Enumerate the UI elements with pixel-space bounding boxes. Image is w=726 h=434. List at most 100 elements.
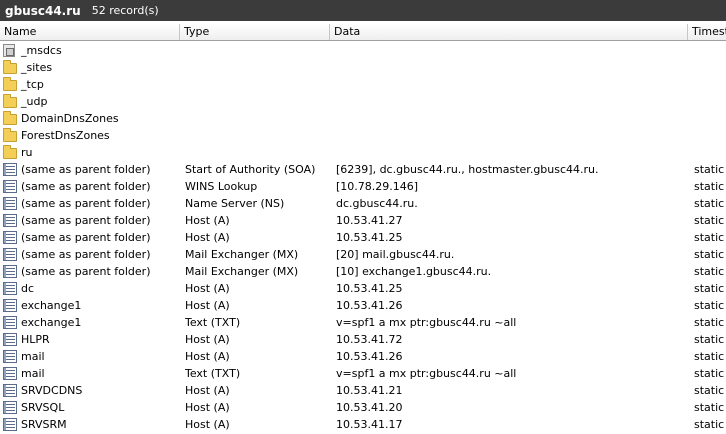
record-name: SRVSQL (21, 401, 65, 414)
cell-timestamp: static (694, 401, 725, 414)
cell-name: mail (3, 365, 179, 382)
cell-data: 10.53.41.25 (336, 282, 403, 295)
table-row[interactable]: exchange1 Text (TXT) v=spf1 a mx ptr:gbusc… (0, 314, 726, 331)
record-name: (same as parent folder) (21, 163, 151, 176)
cell-timestamp: static (694, 333, 725, 346)
column-header-timestamp[interactable]: Timest (688, 24, 726, 40)
record-icon (3, 367, 17, 380)
record-icon (3, 265, 17, 278)
table-row[interactable]: _udp (0, 93, 726, 110)
record-icon (3, 180, 17, 193)
record-icon (3, 333, 17, 346)
cell-type: Host (A) (185, 282, 230, 295)
cell-data: 10.53.41.26 (336, 350, 403, 363)
cell-type: Host (A) (185, 350, 230, 363)
record-name: _tcp (21, 78, 44, 91)
table-row[interactable]: _tcp (0, 76, 726, 93)
record-name: ru (21, 146, 33, 159)
cell-type: Host (A) (185, 299, 230, 312)
cell-name: DomainDnsZones (3, 110, 179, 127)
record-name: exchange1 (21, 316, 82, 329)
cell-name: (same as parent folder) (3, 263, 179, 280)
record-icon (3, 350, 17, 363)
cell-timestamp: static (694, 265, 725, 278)
cell-name: SRVSQL (3, 399, 179, 416)
table-row[interactable]: (same as parent folder) Start of Authorit… (0, 161, 726, 178)
folder-icon (3, 111, 17, 125)
table-row[interactable]: DomainDnsZones (0, 110, 726, 127)
record-name: (same as parent folder) (21, 231, 151, 244)
table-row[interactable]: mail Host (A) 10.53.41.26 static (0, 348, 726, 365)
table-row[interactable]: dc Host (A) 10.53.41.25 static (0, 280, 726, 297)
cell-timestamp: static (694, 214, 725, 227)
cell-name: SRVDCDNS (3, 382, 179, 399)
cell-type (185, 110, 328, 127)
cell-name: exchange1 (3, 297, 179, 314)
table-row[interactable]: (same as parent folder) Mail Exchanger (M… (0, 246, 726, 263)
table-row[interactable]: ru (0, 144, 726, 161)
folder-icon (3, 60, 17, 74)
cell-timestamp: static (694, 248, 725, 261)
table-row[interactable]: (same as parent folder) WINS Lookup [10.78… (0, 178, 726, 195)
table-row[interactable]: (same as parent folder) Mail Exchanger (M… (0, 263, 726, 280)
cell-name: ForestDnsZones (3, 127, 179, 144)
cell-timestamp: static (694, 350, 725, 363)
table-row[interactable]: exchange1 Host (A) 10.53.41.26 static (0, 297, 726, 314)
cell-timestamp: static (694, 418, 725, 431)
table-row[interactable]: SRVSQL Host (A) 10.53.41.20 static (0, 399, 726, 416)
cell-name: (same as parent folder) (3, 195, 179, 212)
cell-timestamp: static (694, 231, 725, 244)
table-row[interactable]: ForestDnsZones (0, 127, 726, 144)
record-name: SRVDCDNS (21, 384, 83, 397)
cell-type (185, 127, 328, 144)
cell-name: exchange1 (3, 314, 179, 331)
cell-name: (same as parent folder) (3, 246, 179, 263)
column-header: Name Type Data Timest (0, 24, 726, 41)
record-icon (3, 282, 17, 295)
cell-type: Host (A) (185, 418, 230, 431)
record-name: (same as parent folder) (21, 180, 151, 193)
record-name: exchange1 (21, 299, 82, 312)
record-icon (3, 163, 17, 176)
cell-data (336, 110, 692, 127)
cell-data: v=spf1 a mx ptr:gbusc44.ru ~all (336, 367, 517, 380)
table-row[interactable]: SRVSRM Host (A) 10.53.41.17 static (0, 416, 726, 433)
table-row[interactable]: mail Text (TXT) v=spf1 a mx ptr:gbusc44.ru… (0, 365, 726, 382)
cell-timestamp (694, 93, 726, 110)
cell-type: Host (A) (185, 333, 230, 346)
cell-name: (same as parent folder) (3, 212, 179, 229)
cell-name: (same as parent folder) (3, 229, 179, 246)
table-row[interactable]: (same as parent folder) Name Server (NS) d… (0, 195, 726, 212)
cell-timestamp: static (694, 197, 725, 210)
record-name: DomainDnsZones (21, 112, 119, 125)
cell-type (185, 76, 328, 93)
column-header-name[interactable]: Name (0, 24, 180, 40)
cell-type: Name Server (NS) (185, 197, 285, 210)
cell-data: v=spf1 a mx ptr:gbusc44.ru ~all (336, 316, 517, 329)
table-row[interactable]: HLPR Host (A) 10.53.41.72 static (0, 331, 726, 348)
record-name: ForestDnsZones (21, 129, 110, 142)
cell-type: Host (A) (185, 231, 230, 244)
cell-name: HLPR (3, 331, 179, 348)
title-bar: gbusc44.ru 52 record(s) (0, 0, 726, 21)
record-name: (same as parent folder) (21, 265, 151, 278)
cell-data: 10.53.41.17 (336, 418, 403, 431)
table-row[interactable]: _msdcs (0, 42, 726, 59)
record-name: _udp (21, 95, 48, 108)
cell-type: Host (A) (185, 401, 230, 414)
table-row[interactable]: (same as parent folder) Host (A) 10.53.41.… (0, 212, 726, 229)
table-row[interactable]: SRVDCDNS Host (A) 10.53.41.21 static (0, 382, 726, 399)
cell-name: SRVSRM (3, 416, 179, 433)
cell-type: Start of Authority (SOA) (185, 163, 316, 176)
table-row[interactable]: _sites (0, 59, 726, 76)
record-icon (3, 316, 17, 329)
cell-type (185, 144, 328, 161)
folder-icon (3, 145, 17, 159)
cell-type: Text (TXT) (185, 316, 241, 329)
cell-data: 10.53.41.27 (336, 214, 403, 227)
column-header-type[interactable]: Type (180, 24, 330, 40)
column-header-data[interactable]: Data (330, 24, 688, 40)
table-row[interactable]: (same as parent folder) Host (A) 10.53.41.… (0, 229, 726, 246)
zone-title: gbusc44.ru (5, 3, 81, 18)
cell-type: Host (A) (185, 384, 230, 397)
